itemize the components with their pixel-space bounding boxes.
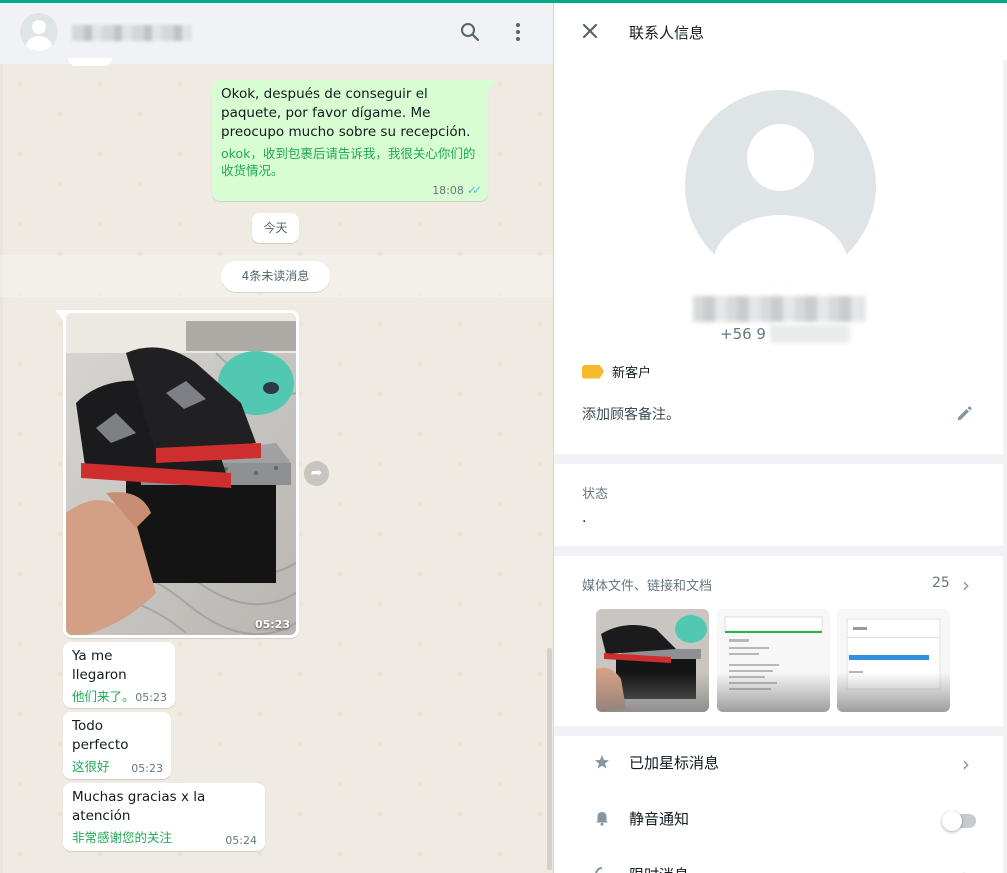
disappearing-label: 限时消息 [629,864,689,873]
media-count: 25 [932,575,950,591]
bell-icon [596,812,608,826]
chat-scrollbar[interactable] [547,648,552,870]
contact-avatar[interactable] [20,13,58,51]
outgoing-message[interactable]: Okok, después de conseguir el paquete, p… [212,80,496,201]
message-time: 05:23 [131,762,163,775]
date-divider: 今天 [252,213,299,243]
media-thumbnail[interactable] [837,609,950,712]
phone-redacted [769,325,850,343]
top-accent-bar [0,0,1007,3]
chat-header [0,0,553,64]
customer-label[interactable]: 新客户 [582,362,651,381]
contact-phone: +56 9 [720,325,850,343]
star-icon [595,755,609,769]
incoming-message[interactable]: Todo perfecto 这很好 05:23 [63,712,171,779]
message-text: Todo perfecto [72,718,129,753]
message-text: Ya me llegaron [72,648,127,683]
profile-avatar[interactable] [685,90,876,281]
message-translation: okok，收到包裹后请告诉我，我很关心你们的收货情况。 [221,146,476,178]
status-section: 状态 . [554,464,1003,546]
profile-section: +56 9 新客户 添加顾客备注。 [554,60,1003,454]
search-icon[interactable] [458,20,482,44]
menu-icon[interactable] [506,20,530,44]
disappearing-messages-row[interactable]: 限时消息 › [554,848,1003,873]
close-icon[interactable] [580,21,600,41]
message-text: Muchas gracias x la atención [72,789,206,824]
settings-list: 已加星标消息 › 静音通知 限时消息 › [554,736,1003,873]
previous-message-stub [68,58,112,66]
message-text: Okok, después de conseguir el paquete, p… [221,86,471,140]
chevron-right-icon: › [962,752,970,776]
label-text: 新客户 [612,366,652,381]
mute-toggle[interactable] [942,811,976,831]
starred-label: 已加星标消息 [629,754,720,772]
unread-divider: 4条未读消息 [221,261,330,292]
message-time: 05:23 [135,691,167,704]
contact-info-panel: 联系人信息 +56 9 新客户 添加顾客备注。 状态 . 媒体文件、链接和文档 … [554,3,1007,873]
read-ticks-icon: ✓✓ [466,183,482,197]
sneaker-photo[interactable]: 05:23 [66,313,296,635]
label-tag-icon [582,364,604,379]
contact-info-header: 联系人信息 [554,3,1007,60]
incoming-message[interactable]: Muchas gracias x la atención 非常感谢您的关注 05… [63,783,265,851]
info-scrollbar[interactable] [1003,63,1007,873]
mute-notifications-row[interactable]: 静音通知 [554,792,1003,848]
media-heading: 媒体文件、链接和文档 [582,579,713,594]
image-time: 05:23 [254,618,290,631]
media-section[interactable]: 媒体文件、链接和文档 25 › [554,556,1003,726]
status-heading: 状态 [582,487,609,502]
image-message[interactable]: 05:23 [55,310,299,638]
starred-messages-row[interactable]: 已加星标消息 › [554,736,1003,792]
forward-icon[interactable]: ➦ [304,461,329,486]
chevron-right-icon[interactable]: › [962,575,970,595]
media-thumbnail[interactable] [717,609,830,712]
panel-title: 联系人信息 [629,24,705,42]
customer-note[interactable]: 添加顾客备注。 [582,404,680,424]
contact-name-redacted[interactable] [72,25,192,41]
message-meta: 18:08 ✓✓ [432,183,482,197]
edit-icon[interactable] [956,404,974,422]
contact-name-redacted [693,296,865,322]
message-time: 05:24 [225,834,257,847]
chevron-right-icon: › [962,866,970,873]
mute-label: 静音通知 [629,810,690,828]
chat-pane: Okok, después de conseguir el paquete, p… [0,0,554,873]
timer-icon [595,867,609,873]
phone-prefix: +56 9 [720,325,766,343]
media-thumbnail[interactable] [596,609,709,712]
status-value: . [582,510,587,526]
message-time: 18:08 [432,183,464,197]
incoming-message[interactable]: Ya me llegaron 他们来了。 05:23 [63,642,175,708]
